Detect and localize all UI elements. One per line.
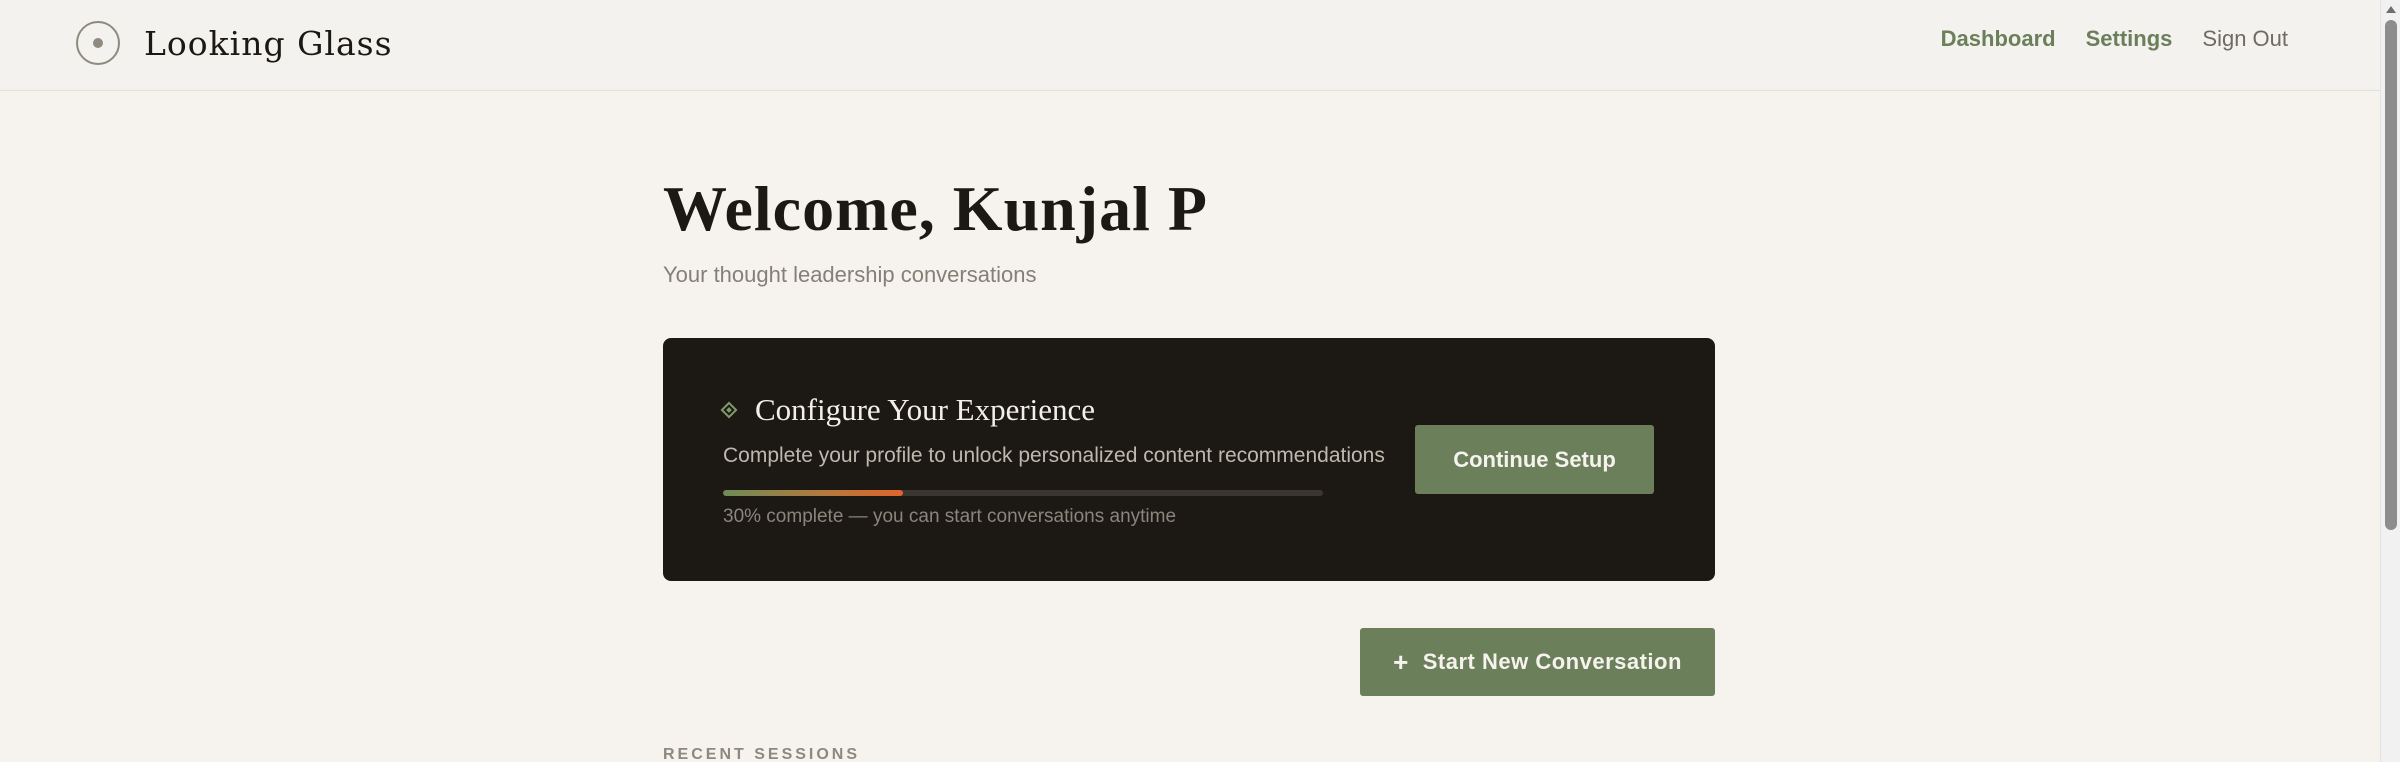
continue-setup-button[interactable]: Continue Setup	[1415, 425, 1654, 494]
main-nav: Dashboard Settings Sign Out	[1941, 26, 2288, 52]
nav-settings-link[interactable]: Settings	[2086, 26, 2173, 52]
nav-dashboard-link[interactable]: Dashboard	[1941, 26, 2056, 52]
brand[interactable]: Looking Glass	[76, 20, 393, 66]
page-title: Welcome, Kunjal P	[663, 173, 1208, 244]
setup-card-description: Complete your profile to unlock personal…	[723, 444, 1385, 467]
plus-icon: +	[1393, 647, 1409, 677]
recent-sessions-heading: RECENT SESSIONS	[663, 746, 861, 762]
start-new-conversation-button[interactable]: + Start New Conversation	[1360, 628, 1715, 696]
setup-card-header: Configure Your Experience	[720, 392, 1096, 428]
scrollbar-thumb[interactable]	[2385, 20, 2397, 530]
setup-progress-fill	[723, 490, 903, 496]
setup-progress-bar	[723, 490, 1323, 496]
top-navigation-bar: Looking Glass Dashboard Settings Sign Ou…	[0, 0, 2380, 91]
setup-progress-text: 30% complete — you can start conversatio…	[723, 506, 1177, 527]
page-subtitle: Your thought leadership conversations	[663, 262, 1037, 287]
diamond-icon	[720, 401, 738, 419]
nav-sign-out-link[interactable]: Sign Out	[2202, 26, 2288, 52]
brand-name: Looking Glass	[144, 23, 393, 63]
scroll-up-arrow-icon[interactable]	[2386, 6, 2396, 13]
page: Looking Glass Dashboard Settings Sign Ou…	[0, 0, 2400, 762]
looking-glass-logo-icon	[76, 21, 120, 65]
page-scrollbar[interactable]	[2380, 0, 2400, 762]
setup-card: Configure Your Experience Complete your …	[663, 338, 1715, 581]
start-new-conversation-label: Start New Conversation	[1422, 649, 1682, 674]
setup-card-title: Configure Your Experience	[755, 392, 1096, 427]
